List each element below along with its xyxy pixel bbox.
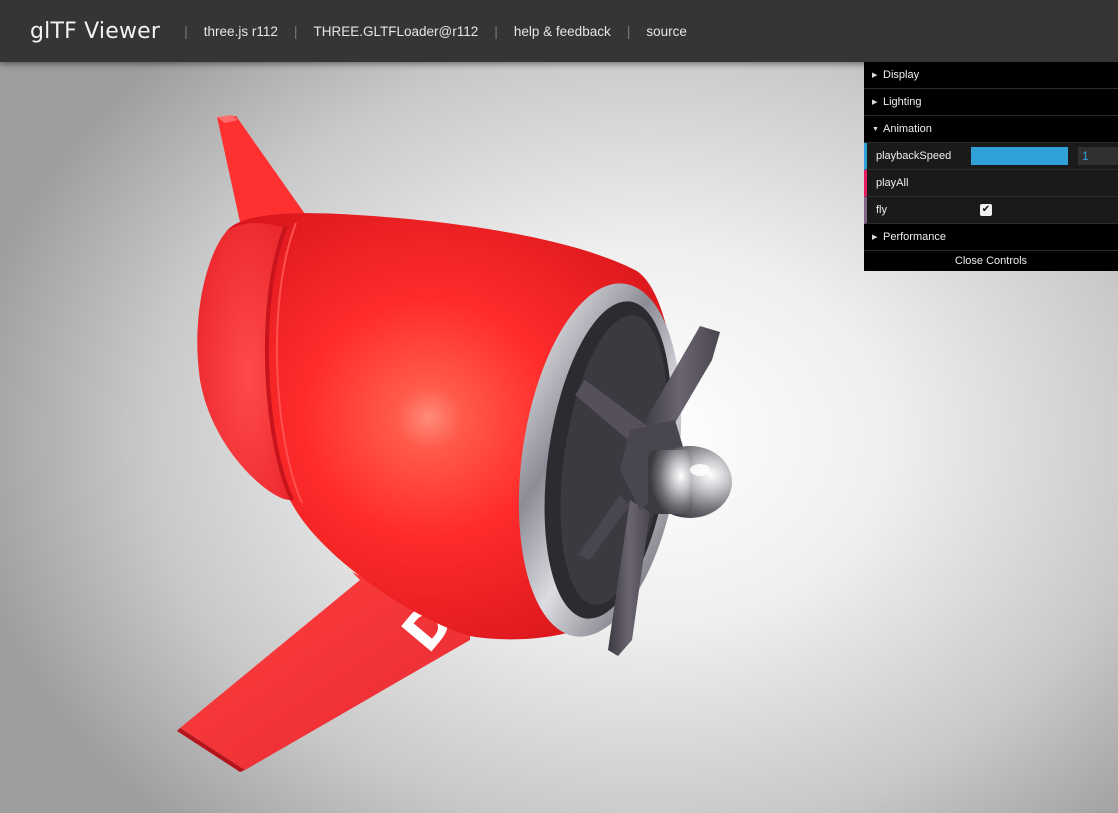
close-controls-button[interactable]: Close Controls [864, 251, 1118, 271]
nav-separator: | [293, 23, 298, 39]
nav-link-threejs[interactable]: three.js r112 [204, 24, 278, 39]
nav-separator: | [184, 23, 188, 39]
folder-animation[interactable]: ▼ Animation [864, 116, 1118, 143]
folder-display-label: Display [883, 69, 920, 81]
folder-display[interactable]: ▶ Display [864, 62, 1118, 89]
nav-separator: | [626, 23, 631, 39]
nav-link-source[interactable]: source [646, 24, 687, 39]
folder-animation-label: Animation [883, 123, 932, 135]
header-nav: | three.js r112 | THREE.GLTFLoader@r112 … [168, 23, 687, 39]
playback-speed-control: playbackSpeed 1 [864, 143, 1118, 170]
nav-link-help-feedback[interactable]: help & feedback [514, 24, 611, 39]
playback-speed-slider[interactable] [971, 147, 1068, 165]
triangle-right-icon: ▶ [872, 72, 878, 79]
fly-control: fly ✔ [864, 197, 1118, 224]
fly-label: fly [876, 204, 887, 216]
app-header: glTF Viewer | three.js r112 | THREE.GLTF… [0, 0, 1118, 62]
triangle-right-icon: ▶ [872, 234, 878, 241]
app-title: glTF Viewer [30, 18, 161, 44]
triangle-down-icon: ▼ [872, 125, 879, 133]
nav-separator: | [494, 23, 498, 39]
folder-performance-label: Performance [883, 231, 946, 243]
controls-panel: ▶ Display ▶ Lighting ▼ Animation playbac… [864, 62, 1118, 271]
folder-performance[interactable]: ▶ Performance [864, 224, 1118, 251]
checkmark-icon: ✔ [981, 204, 991, 215]
tail-fin [217, 116, 305, 222]
nav-link-gltfloader[interactable]: THREE.GLTFLoader@r112 [313, 24, 478, 39]
playback-speed-slider-fill [971, 147, 1068, 165]
folder-lighting-label: Lighting [883, 96, 922, 108]
playback-speed-input[interactable]: 1 [1078, 147, 1118, 165]
play-all-button[interactable]: playAll [864, 170, 1118, 197]
play-all-label: playAll [876, 177, 909, 189]
playback-speed-label: playbackSpeed [876, 150, 952, 162]
triangle-right-icon: ▶ [872, 99, 878, 106]
folder-lighting[interactable]: ▶ Lighting [864, 89, 1118, 116]
fly-checkbox[interactable]: ✔ [980, 204, 992, 216]
